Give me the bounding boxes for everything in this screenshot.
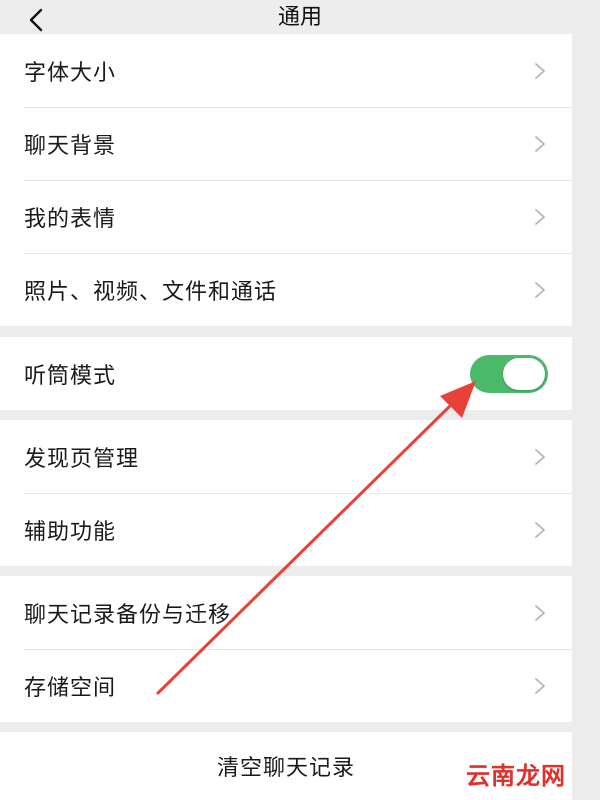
chevron-right-icon: [535, 208, 545, 225]
clear-chat-history-label: 清空聊天记录: [216, 756, 355, 781]
chevron-right-icon: [535, 604, 545, 621]
settings-group-storage: 聊天记录备份与迁移 存储空间: [0, 576, 572, 722]
settings-item-label: 辅助功能: [24, 519, 117, 545]
chevron-right-icon: [535, 62, 545, 79]
settings-item-label: 聊天背景: [24, 133, 117, 159]
settings-item-label: 存储空间: [24, 675, 117, 701]
settings-item-label: 听筒模式: [24, 363, 117, 389]
chevron-right-icon: [535, 677, 545, 694]
earpiece-mode-toggle[interactable]: [470, 354, 548, 393]
watermark: 云南龙网: [466, 762, 566, 790]
settings-item-label: 聊天记录备份与迁移: [24, 602, 232, 628]
settings-group-display: 字体大小 聊天背景 我的表情 照片、视频、文件和通话: [0, 34, 572, 326]
settings-item-accessibility[interactable]: 辅助功能: [0, 493, 572, 566]
settings-item-chat-background[interactable]: 聊天背景: [0, 107, 572, 180]
settings-item-label: 我的表情: [24, 206, 117, 232]
settings-group-discover: 发现页管理 辅助功能: [0, 420, 572, 566]
settings-item-label: 发现页管理: [24, 446, 140, 472]
settings-item-label: 字体大小: [24, 60, 117, 86]
chevron-right-icon: [535, 281, 545, 298]
settings-item-chat-backup-migrate[interactable]: 聊天记录备份与迁移: [0, 576, 572, 649]
settings-item-storage-space[interactable]: 存储空间: [0, 649, 572, 722]
settings-item-my-stickers[interactable]: 我的表情: [0, 180, 572, 253]
chevron-right-icon: [535, 448, 545, 465]
chevron-right-icon: [535, 521, 545, 538]
chevron-right-icon: [535, 135, 545, 152]
settings-item-label: 照片、视频、文件和通话: [24, 279, 278, 305]
settings-group-earpiece: 听筒模式: [0, 337, 572, 410]
toggle-knob: [503, 357, 545, 390]
settings-item-discover-management[interactable]: 发现页管理: [0, 420, 572, 493]
settings-item-earpiece-mode: 听筒模式: [0, 337, 572, 410]
settings-item-media-files-calls[interactable]: 照片、视频、文件和通话: [0, 253, 572, 326]
page-title: 通用: [277, 5, 322, 30]
settings-item-font-size[interactable]: 字体大小: [0, 34, 572, 107]
